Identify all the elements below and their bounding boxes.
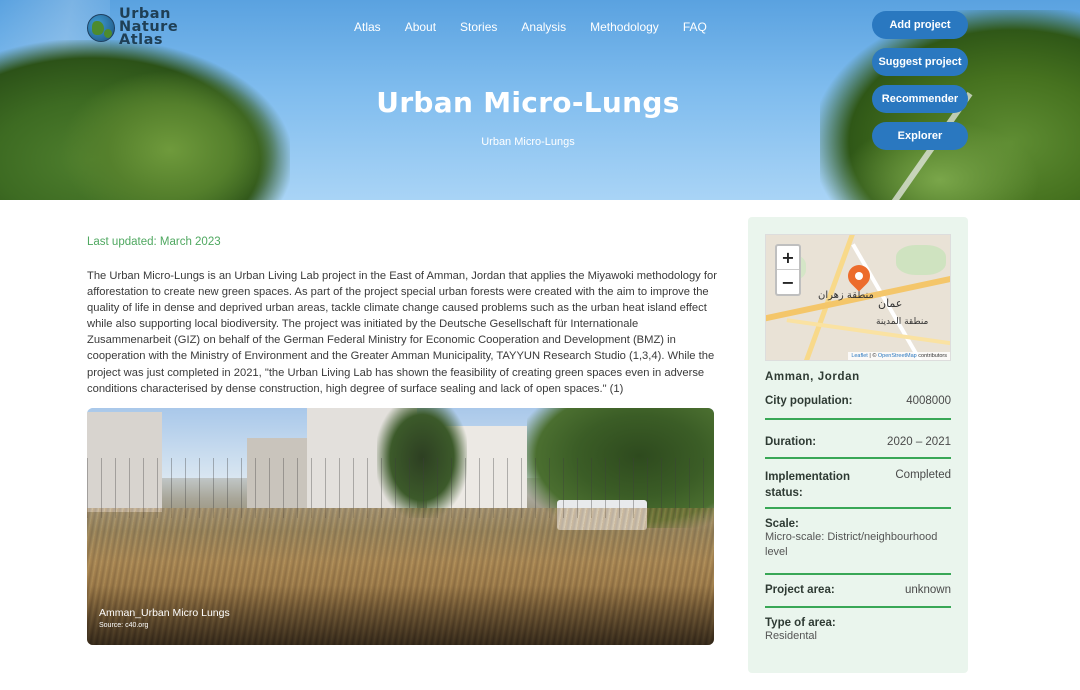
project-sidebar: منطقة زهران عمان منطقة المدينة + − Leafl… [748,217,968,673]
project-photo: Amman_Urban Micro Lungs Source: c40.org [87,408,714,645]
last-updated: Last updated: March 2023 [87,236,221,248]
leaflet-link[interactable]: Leaflet [851,353,868,359]
nav-faq[interactable]: FAQ [683,20,707,34]
map-label-amman: عمان [878,297,903,310]
map-park [896,245,946,275]
location-map[interactable]: منطقة زهران عمان منطقة المدينة + − Leafl… [765,234,951,361]
city-name: Amman, Jordan [765,371,860,383]
main-nav: Atlas About Stories Analysis Methodology… [354,20,731,34]
status-label: Implementation status: [765,471,850,499]
add-project-button[interactable]: Add project [872,11,968,39]
area-value: unknown [904,584,951,596]
scale-label: Scale: [765,518,799,530]
section-divider [765,457,951,459]
scale-value: Micro-scale: District/neighbourhood leve… [765,531,938,558]
section-divider [765,507,951,509]
map-label-madina: منطقة المدينة [876,317,929,327]
area-row: Project area: unknown [765,584,951,596]
population-row: City population: 4008000 [765,395,951,407]
globe-icon [87,13,115,42]
photo-source: Source: c40.org [99,622,149,629]
population-label: City population: [765,395,853,407]
attribution-separator: | © [867,353,878,359]
status-row: Implementation status: Completed [765,469,951,501]
hero-banner: Urban Nature Atlas Atlas About Stories A… [0,0,1080,200]
hero-button-group: Add project Suggest project Recommender … [872,11,968,150]
photo-caption: Amman_Urban Micro Lungs [99,607,230,619]
scale-row: Scale: Micro-scale: District/neighbourho… [765,518,951,560]
section-divider [765,606,951,608]
population-value: 4008000 [906,395,951,407]
area-label: Project area: [765,584,835,596]
suggest-project-button[interactable]: Suggest project [872,48,968,76]
page-subtitle: Urban Micro-Lungs [481,136,575,148]
section-divider [765,418,951,420]
type-label: Type of area: [765,617,836,629]
attribution-suffix: contributors [916,353,947,359]
duration-value: 2020 – 2021 [887,436,951,448]
logo-text: Urban Nature Atlas [119,7,178,48]
duration-label: Duration: [765,436,817,448]
map-zoom-control: + − [775,244,801,296]
type-row: Type of area: Residental [765,617,951,644]
nav-stories[interactable]: Stories [460,20,497,34]
zoom-in-button[interactable]: + [777,246,799,270]
map-marker-icon[interactable] [843,260,875,292]
duration-row: Duration: 2020 – 2021 [765,436,951,448]
map-attribution: Leaflet | © OpenStreetMap contributors [848,352,950,360]
project-description: The Urban Micro-Lungs is an Urban Living… [87,270,717,395]
nav-analysis[interactable]: Analysis [521,20,566,34]
logo-line-3: Atlas [119,32,164,48]
nav-atlas[interactable]: Atlas [354,20,381,34]
map-label-zahran: منطقة زهران [818,290,874,301]
status-value: Completed [895,469,951,481]
nav-about[interactable]: About [405,20,436,34]
nav-methodology[interactable]: Methodology [590,20,659,34]
page-title: Urban Micro-Lungs [376,86,680,119]
type-value: Residental [765,630,817,642]
osm-link[interactable]: OpenStreetMap [878,353,917,359]
site-logo[interactable]: Urban Nature Atlas [87,7,178,48]
section-divider [765,573,951,575]
zoom-out-button[interactable]: − [777,270,799,294]
